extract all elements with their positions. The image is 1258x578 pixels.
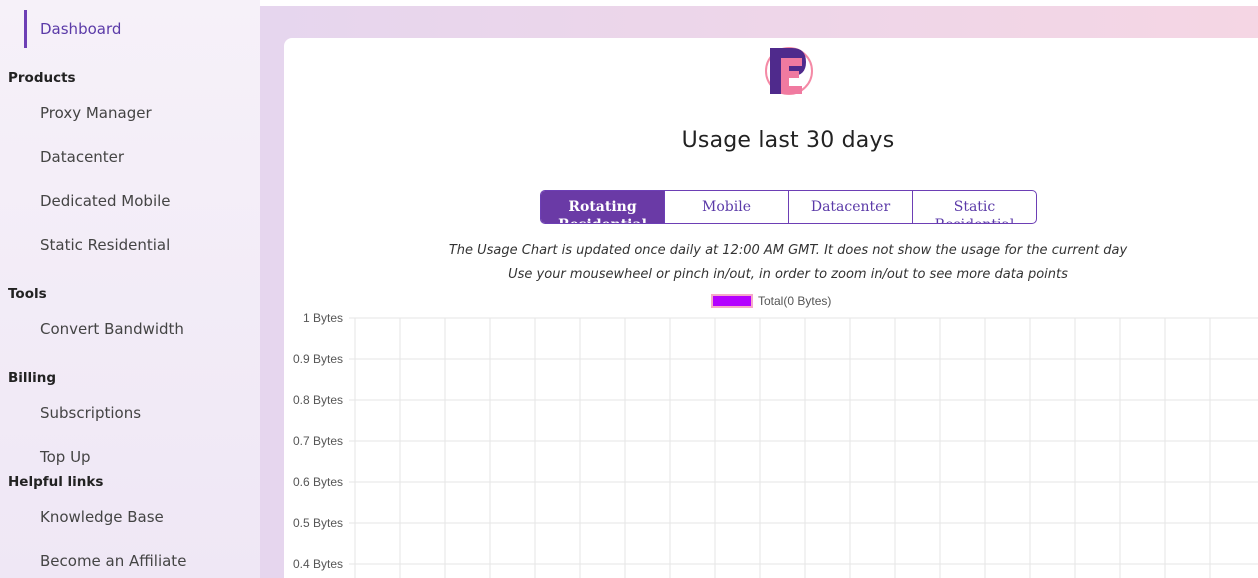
section-helpful-links: Helpful links (8, 474, 104, 490)
tab-static-residential[interactable]: Static Residential (913, 191, 1036, 223)
y-tick-label: 0.9 Bytes (293, 352, 343, 366)
sidebar-item-datacenter[interactable]: Datacenter (40, 148, 124, 166)
usage-chart[interactable]: 1 Bytes 0.9 Bytes 0.8 Bytes 0.7 Bytes 0.6 By… (284, 308, 1258, 578)
sidebar-item-convert-bandwidth[interactable]: Convert Bandwidth (40, 320, 184, 338)
tab-mobile[interactable]: Mobile (665, 191, 789, 223)
tab-datacenter[interactable]: Datacenter (789, 191, 913, 223)
sidebar-item-affiliate[interactable]: Become an Affiliate (40, 552, 186, 570)
section-billing: Billing (8, 370, 57, 386)
y-tick-label: 1 Bytes (303, 311, 343, 325)
chart-y-axis: 1 Bytes 0.9 Bytes 0.8 Bytes 0.7 Bytes 0.6 By… (293, 311, 343, 571)
legend-swatch (711, 294, 753, 308)
product-tabs: Rotating Residential Mobile Datacenter S… (540, 190, 1037, 224)
y-tick-label: 0.6 Bytes (293, 475, 343, 489)
chart-note-zoom: Use your mousewheel or pinch in/out, in … (508, 267, 1068, 282)
legend-label: Total(0 Bytes) (758, 294, 832, 308)
section-products: Products (8, 70, 76, 86)
sidebar-item-static-residential[interactable]: Static Residential (40, 236, 170, 254)
sidebar-item-dashboard[interactable]: Dashboard (24, 10, 224, 48)
y-tick-label: 0.7 Bytes (293, 434, 343, 448)
page-title: Usage last 30 days (681, 128, 895, 153)
y-tick-label: 0.4 Bytes (293, 557, 343, 571)
sidebar-item-dedicated-mobile[interactable]: Dedicated Mobile (40, 192, 171, 210)
tab-rotating-residential[interactable]: Rotating Residential (541, 191, 665, 223)
chart-note-update: The Usage Chart is updated once daily at… (448, 243, 1128, 258)
sidebar: Dashboard Products Proxy Manager Datacen… (0, 0, 260, 578)
sidebar-item-subscriptions[interactable]: Subscriptions (40, 404, 141, 422)
brand-logo-icon (765, 47, 813, 95)
sidebar-item-top-up[interactable]: Top Up (40, 448, 91, 466)
sidebar-item-proxy-manager[interactable]: Proxy Manager (40, 104, 152, 122)
chart-grid (349, 317, 1258, 578)
sidebar-item-knowledge-base[interactable]: Knowledge Base (40, 508, 164, 526)
chart-legend[interactable]: Total(0 Bytes) (711, 294, 831, 308)
y-tick-label: 0.8 Bytes (293, 393, 343, 407)
section-tools: Tools (8, 286, 47, 302)
y-tick-label: 0.5 Bytes (293, 516, 343, 530)
